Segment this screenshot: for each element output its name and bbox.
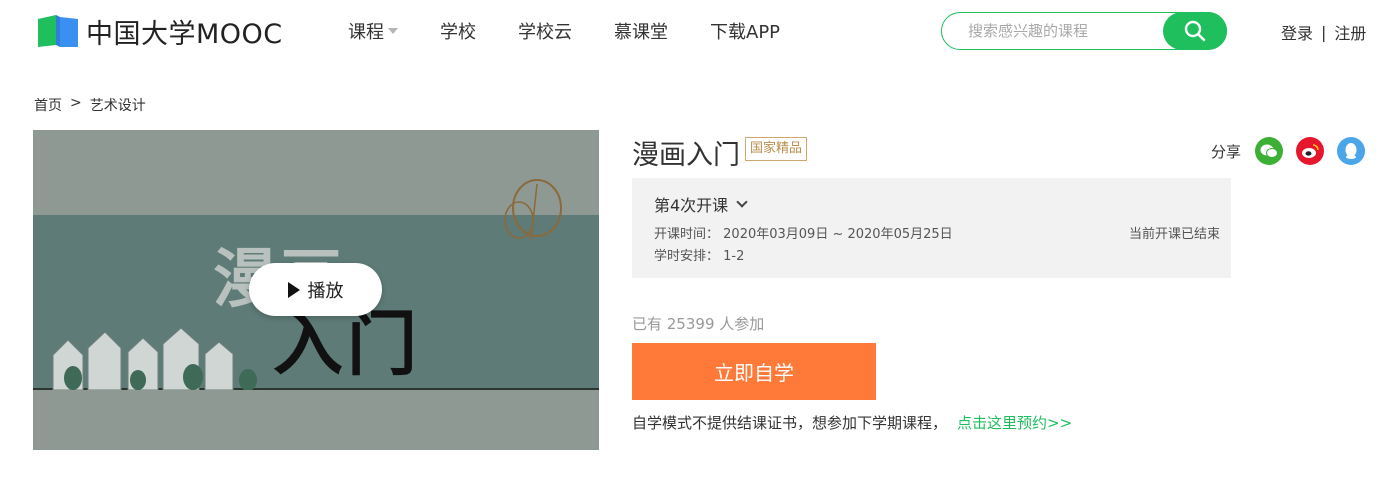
- logo-text: 中国大学MOOC: [86, 18, 283, 50]
- login-link[interactable]: 登录: [1281, 20, 1313, 44]
- nav-item-mooc-class[interactable]: 慕课堂: [614, 18, 668, 44]
- caret-down-icon: [388, 28, 398, 34]
- session-time-row: 开课时间： 2020年03月09日 ~ 2020年05月25日: [654, 223, 953, 242]
- search-box: [941, 12, 1227, 50]
- chevron-down-icon: [736, 195, 748, 208]
- national-quality-badge: 国家精品: [745, 137, 808, 161]
- leaf-illustration: [504, 179, 562, 241]
- share-bar: 分享: [1211, 137, 1378, 165]
- share-label: 分享: [1211, 142, 1242, 161]
- session-time-label: 开课时间：: [654, 227, 720, 242]
- main-nav: 课程 学校 学校云 慕课堂 下载APP: [348, 18, 822, 44]
- logo-book-icon: [38, 15, 78, 47]
- session-title: 第4次开课: [654, 196, 729, 215]
- breadcrumb: 首页 > 艺术设计: [34, 95, 146, 115]
- nav-label: 下载APP: [710, 22, 781, 43]
- nav-item-courses[interactable]: 课程: [348, 18, 398, 44]
- nav-item-download-app[interactable]: 下载APP: [710, 18, 780, 44]
- nav-label: 学校: [440, 22, 476, 43]
- session-schedule-label: 学时安排：: [654, 249, 720, 264]
- session-info-panel: 第4次开课 开课时间： 2020年03月09日 ~ 2020年05月25日 学时…: [632, 178, 1231, 278]
- weibo-icon[interactable]: [1296, 137, 1325, 165]
- search-icon: [1184, 20, 1206, 42]
- play-icon: [287, 281, 300, 298]
- enrolled-count: 已有 25399 人参加: [632, 315, 765, 333]
- wechat-icon[interactable]: [1255, 137, 1284, 165]
- nav-label: 课程: [348, 22, 384, 43]
- nav-label: 慕课堂: [614, 22, 668, 43]
- register-link[interactable]: 注册: [1334, 20, 1366, 44]
- note-text: 自学模式不提供结课证书，想参加下学期课程，: [632, 414, 948, 432]
- reserve-link[interactable]: 点击这里预约>>: [957, 414, 1072, 432]
- search-button[interactable]: [1163, 12, 1227, 50]
- session-status: 当前开课已结束: [1128, 227, 1220, 242]
- session-time-value: 2020年03月09日 ~ 2020年05月25日: [723, 227, 953, 242]
- self-study-button[interactable]: 立即自学: [632, 343, 876, 400]
- search-input[interactable]: [966, 19, 1156, 43]
- nav-label: 学校云: [518, 22, 572, 43]
- nav-item-schools[interactable]: 学校: [440, 18, 476, 44]
- top-header: 中国大学MOOC 课程 学校 学校云 慕课堂 下载APP 登录 |: [0, 0, 1400, 62]
- session-schedule-value: 1-2: [723, 249, 745, 264]
- breadcrumb-category[interactable]: 艺术设计: [90, 95, 146, 115]
- nav-item-school-cloud[interactable]: 学校云: [518, 18, 572, 44]
- breadcrumb-home[interactable]: 首页: [34, 95, 62, 115]
- self-study-note: 自学模式不提供结课证书，想参加下学期课程， 点击这里预约>>: [632, 412, 1072, 433]
- session-schedule-row: 学时安排： 1-2: [654, 245, 744, 264]
- play-button[interactable]: 播放: [249, 263, 382, 316]
- auth-links: 登录 | 注册: [1281, 20, 1366, 44]
- qq-icon[interactable]: [1337, 137, 1366, 165]
- course-title: 漫画入门: [632, 140, 740, 171]
- site-logo[interactable]: 中国大学MOOC: [36, 13, 283, 50]
- session-selector[interactable]: 第4次开课: [654, 192, 748, 216]
- houses-illustration: [52, 327, 257, 390]
- play-label: 播放: [307, 280, 344, 302]
- course-cover-video[interactable]: 漫画 入门 播放: [33, 130, 599, 450]
- breadcrumb-separator: >: [70, 95, 82, 111]
- auth-separator: |: [1321, 22, 1327, 42]
